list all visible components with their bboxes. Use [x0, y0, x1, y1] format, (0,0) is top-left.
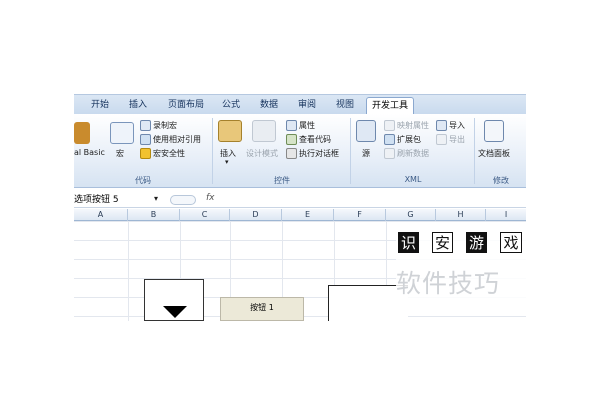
group-separator	[212, 118, 213, 184]
properties-icon	[286, 120, 297, 131]
view-code-button[interactable]: 查看代码	[299, 134, 331, 145]
export-icon	[436, 134, 447, 145]
chevron-down-icon[interactable]: ▾	[154, 194, 158, 203]
document-panel-icon[interactable]	[484, 120, 504, 142]
tab-view[interactable]: 视图	[332, 97, 358, 115]
warning-icon	[140, 148, 151, 159]
view-code-icon	[286, 134, 297, 145]
relative-reference-button[interactable]: 使用相对引用	[153, 134, 201, 145]
fx-icon[interactable]: fx	[206, 193, 215, 203]
combo-box-control[interactable]	[144, 279, 204, 321]
map-properties-button[interactable]: 映射属性	[397, 120, 429, 131]
tab-data[interactable]: 数据	[256, 97, 282, 115]
column-header-a[interactable]: A	[74, 209, 128, 221]
triangle-down-icon	[163, 306, 187, 318]
chevron-down-icon[interactable]: ▾	[225, 158, 229, 166]
column-header-row: A B C D E F G H I	[74, 209, 526, 221]
document-panel-button[interactable]: 文档面板	[478, 148, 510, 159]
record-macro-button[interactable]: 录制宏	[153, 120, 177, 131]
ribbon-panel: al Basic 宏 录制宏 使用相对引用 宏安全性 代码 插入 ▾ 设计模式 …	[74, 114, 526, 188]
record-macro-icon	[140, 120, 151, 131]
column-header-f[interactable]: F	[334, 209, 386, 221]
macro-icon[interactable]	[110, 122, 134, 144]
watermark-char: 识	[398, 232, 419, 253]
dialog-icon	[286, 148, 297, 159]
refresh-data-icon	[384, 148, 395, 159]
map-properties-icon	[384, 120, 395, 131]
macro-security-button[interactable]: 宏安全性	[153, 148, 185, 159]
watermark: 识 安 游 戏 软件技巧	[396, 228, 526, 308]
group-label-xml: XML	[404, 175, 422, 184]
blank-top-area	[0, 0, 600, 90]
tab-formulas[interactable]: 公式	[218, 97, 244, 115]
column-header-h[interactable]: H	[436, 209, 486, 221]
export-button[interactable]: 导出	[449, 134, 465, 145]
group-separator	[474, 118, 475, 184]
run-dialog-button[interactable]: 执行对话框	[299, 148, 339, 159]
import-button[interactable]: 导入	[449, 120, 465, 131]
tab-page-layout[interactable]: 页面布局	[164, 97, 208, 115]
column-header-g[interactable]: G	[386, 209, 436, 221]
column-header-i[interactable]: I	[486, 209, 526, 221]
watermark-char: 安	[432, 232, 453, 253]
design-mode-icon	[252, 120, 276, 142]
formula-bar: 选项按钮 5 ▾ fx	[74, 192, 526, 208]
tab-developer[interactable]: 开发工具	[366, 97, 414, 115]
column-header-c[interactable]: C	[180, 209, 230, 221]
xml-source-icon[interactable]	[356, 120, 376, 142]
group-label-modify: 修改	[493, 176, 509, 185]
relative-reference-icon	[140, 134, 151, 145]
tab-insert[interactable]: 插入	[124, 97, 152, 115]
tab-review[interactable]: 审阅	[294, 97, 320, 115]
insert-control-icon[interactable]	[218, 120, 242, 142]
macro-button[interactable]: 宏	[116, 148, 124, 159]
watermark-char: 戏	[500, 232, 522, 253]
column-header-d[interactable]: D	[230, 209, 282, 221]
watermark-char: 游	[466, 232, 487, 253]
tab-home[interactable]: 开始	[86, 97, 114, 115]
grid-line	[128, 221, 129, 321]
design-mode-button[interactable]: 设计模式	[246, 148, 278, 159]
refresh-data-button[interactable]: 刷新数据	[397, 148, 429, 159]
visual-basic-icon[interactable]	[74, 122, 90, 144]
watermark-text: 软件技巧	[396, 269, 501, 298]
ribbon-tab-bar: 开始 插入 页面布局 公式 数据 审阅 视图 开发工具	[74, 94, 526, 115]
group-separator	[350, 118, 351, 184]
expansion-packs-icon	[384, 134, 395, 145]
excel-screenshot: 开始 插入 页面布局 公式 数据 审阅 视图 开发工具 al Basic 宏 录…	[0, 0, 600, 400]
import-icon	[436, 120, 447, 131]
name-box[interactable]: 选项按钮 5	[74, 193, 162, 207]
column-header-e[interactable]: E	[282, 209, 334, 221]
properties-button[interactable]: 属性	[299, 120, 315, 131]
xml-source-button[interactable]: 源	[362, 148, 370, 159]
visual-basic-button[interactable]: al Basic	[74, 148, 105, 157]
expansion-packs-button[interactable]: 扩展包	[397, 134, 421, 145]
column-header-b[interactable]: B	[128, 209, 180, 221]
group-label-controls: 控件	[274, 176, 290, 185]
group-label-code: 代码	[135, 176, 151, 185]
sheet-button-1[interactable]: 按钮 1	[220, 297, 304, 321]
formula-bar-resize-handle[interactable]	[170, 195, 196, 205]
